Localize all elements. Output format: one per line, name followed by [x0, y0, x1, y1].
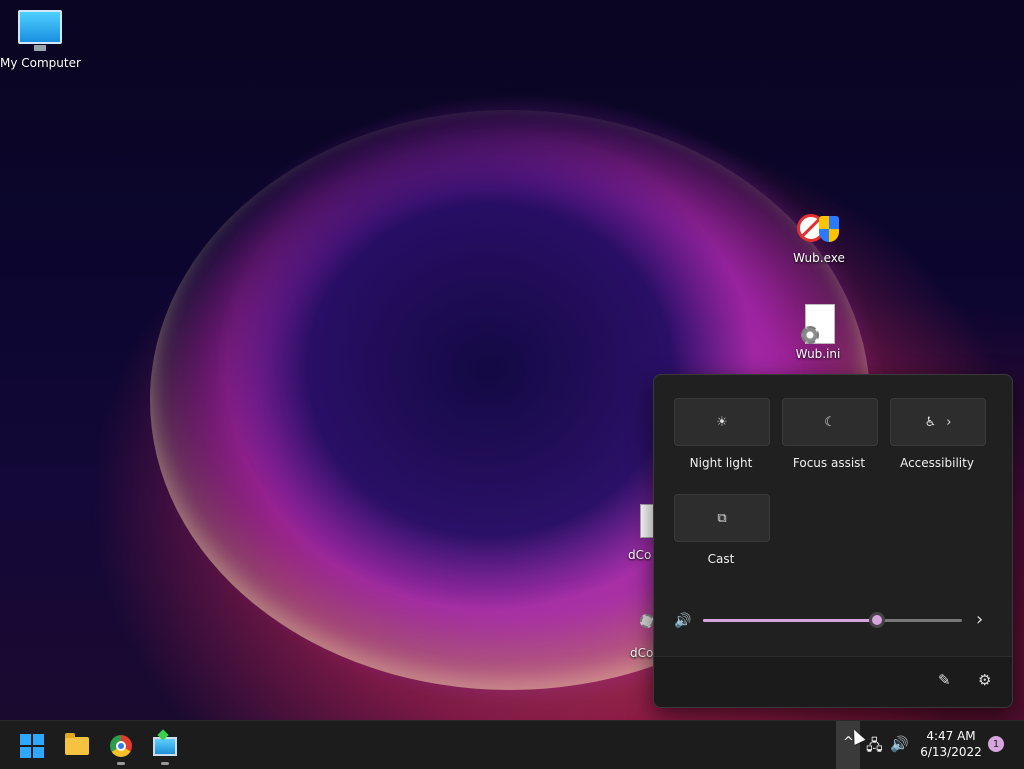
desktop-icon-my-computer[interactable]: My Computer	[0, 10, 81, 70]
volume-tray-icon[interactable]: 🔊	[890, 735, 909, 753]
night-light-toggle[interactable]: ☀	[674, 398, 770, 446]
chevron-right-icon: ›	[946, 414, 952, 430]
settings-gear-icon[interactable]: ⚙	[978, 671, 991, 689]
desktop-icon-label: Wub.ini	[795, 347, 841, 361]
focus-assist-label: Focus assist	[792, 456, 866, 470]
quick-settings-footer: ✎ ⚙	[654, 656, 1012, 707]
desktop-icon-label: dCo	[628, 548, 652, 562]
volume-slider[interactable]	[703, 612, 962, 628]
cast-label: Cast	[707, 552, 735, 566]
accessibility-button[interactable]: ♿ ›	[890, 398, 986, 446]
cast-button[interactable]: ⧉	[674, 494, 770, 542]
wub-exe-icon	[797, 208, 841, 248]
monitor-app-icon	[153, 736, 177, 756]
quick-settings-panel: ☀ Night light ☾ Focus assist ♿ › Accessi…	[653, 374, 1013, 708]
clock-date: 6/13/2022	[920, 745, 982, 759]
volume-slider-thumb[interactable]	[868, 612, 885, 628]
ini-file-icon	[801, 304, 835, 344]
running-indicator	[117, 762, 125, 765]
ini-file-icon	[638, 600, 654, 632]
night-light-icon: ☀	[716, 414, 728, 430]
focus-assist-toggle[interactable]: ☾	[782, 398, 878, 446]
night-light-label: Night light	[689, 456, 753, 470]
volume-output-chevron-icon[interactable]: ›	[976, 609, 983, 630]
desktop-icon-label: My Computer	[0, 56, 81, 70]
network-icon[interactable]: 🖧	[866, 735, 883, 760]
speaker-icon[interactable]: 🔊	[674, 613, 691, 629]
desktop-icon-wub-exe[interactable]: Wub.exe	[779, 208, 859, 265]
moon-icon: ☾	[824, 414, 836, 430]
accessibility-icon: ♿	[924, 414, 937, 430]
cast-icon: ⧉	[717, 510, 727, 526]
folder-icon	[65, 733, 89, 755]
windows-logo-icon	[20, 734, 44, 758]
remote-app-button[interactable]	[152, 733, 178, 765]
chrome-button[interactable]	[108, 733, 134, 765]
file-explorer-button[interactable]	[64, 733, 90, 759]
running-indicator	[161, 762, 169, 765]
volume-slider-fill	[703, 619, 877, 622]
start-button[interactable]	[19, 733, 45, 759]
desktop-icon-dco-ini[interactable]: dCo	[630, 600, 654, 660]
notification-badge[interactable]: 1	[988, 736, 1004, 752]
desktop-icon-label: Wub.exe	[793, 251, 845, 265]
edit-quick-settings-icon[interactable]: ✎	[938, 671, 951, 689]
clock-time: 4:47 AM	[926, 729, 976, 743]
desktop-icon-wub-ini[interactable]: Wub.ini	[778, 304, 858, 361]
accessibility-label: Accessibility	[900, 456, 974, 470]
desktop-icon-label: dCo	[630, 646, 654, 660]
clock[interactable]: 4:47 AM 6/13/2022	[916, 728, 986, 760]
chrome-icon	[110, 735, 132, 757]
computer-icon	[18, 10, 62, 51]
taskbar: ^ 🖧 🔊 4:47 AM 6/13/2022 1	[0, 720, 1024, 769]
